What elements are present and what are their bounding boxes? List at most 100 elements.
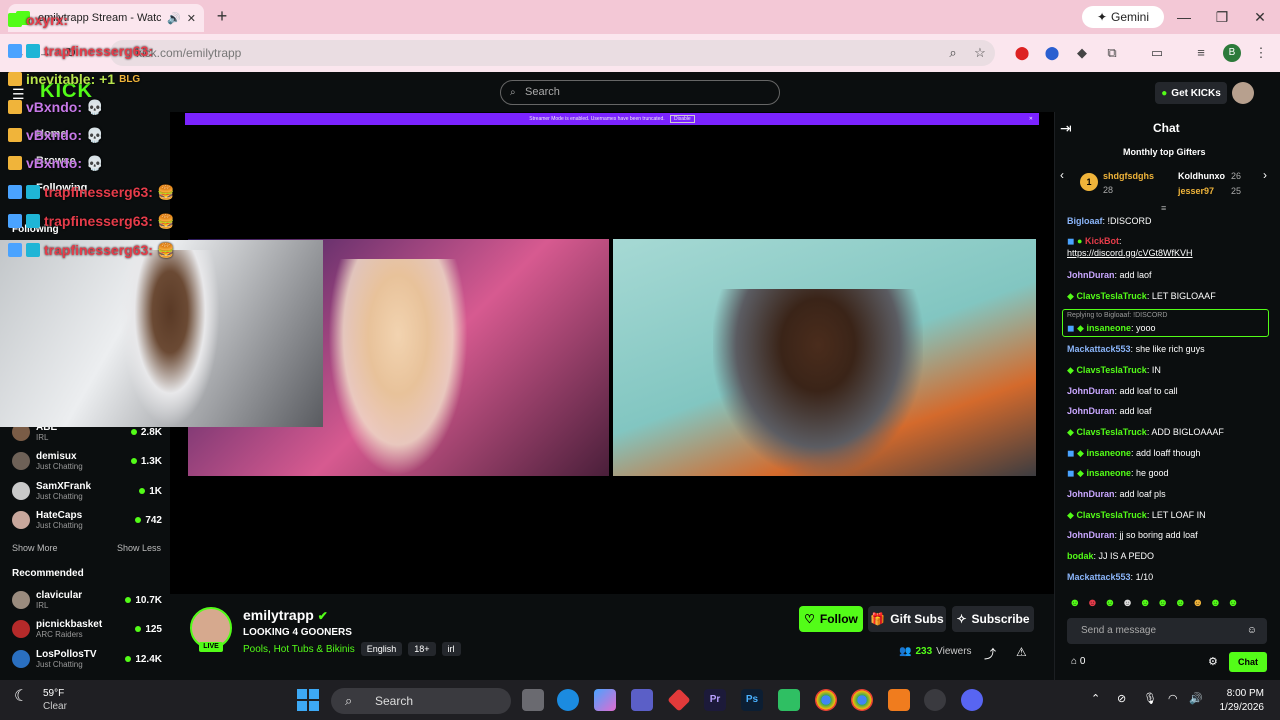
clock-time[interactable]: 8:00 PM xyxy=(1216,688,1264,699)
gifter-name[interactable]: shdgfsdghs xyxy=(1103,171,1154,181)
share-icon[interactable]: ⤴ xyxy=(984,645,996,662)
speaker-icon[interactable]: 🔊 xyxy=(167,12,181,25)
subscribe-button[interactable]: ✧ Subscribe xyxy=(952,606,1034,632)
show-more-link[interactable]: Show More xyxy=(12,543,58,553)
badge-icon: ◆ xyxy=(1077,468,1084,478)
gifters-next-icon[interactable]: › xyxy=(1263,168,1267,182)
bookmark-star-icon[interactable]: ☆ xyxy=(971,44,989,62)
chat-message: ◆ ClavsTeslaTruck: LET LOAF IN xyxy=(1067,510,1206,520)
capcut-icon[interactable] xyxy=(778,689,800,711)
close-tab-icon[interactable]: ✕ xyxy=(187,12,196,25)
cast-icon[interactable]: ▭ xyxy=(1148,44,1166,62)
edge-icon[interactable] xyxy=(557,689,579,711)
sidebar-item-lospollostv[interactable]: LosPollosTV Just Chatting 12.4K xyxy=(12,645,162,673)
teams-icon[interactable] xyxy=(631,689,653,711)
show-less-link[interactable]: Show Less xyxy=(117,543,161,553)
banner-disable-button[interactable]: Disable xyxy=(670,115,695,123)
emote-icon: ☻ xyxy=(1209,597,1222,609)
expand-gifters-icon[interactable]: ≡ xyxy=(1161,203,1166,213)
premiere-icon[interactable]: Pr xyxy=(704,689,726,711)
extensions-puzzle-icon[interactable]: ⧉ xyxy=(1103,44,1121,62)
discord-link[interactable]: https://discord.gg/cVGt8WfKVH xyxy=(1067,248,1193,258)
weather-icon[interactable]: ☾ xyxy=(14,686,28,706)
avatar xyxy=(12,482,30,500)
microphone-icon[interactable]: 🎙 xyxy=(1143,692,1157,705)
taskbar-search[interactable]: ⌕ Search xyxy=(331,688,511,714)
avatar xyxy=(12,620,30,638)
collapse-chat-icon[interactable]: ⇥ xyxy=(1060,120,1072,137)
address-input[interactable]: kick.com/emilytrapp xyxy=(110,40,995,66)
copilot-icon[interactable] xyxy=(594,689,616,711)
search-placeholder: Search xyxy=(525,86,560,98)
channel-name: picnickbasket xyxy=(36,619,103,630)
report-icon[interactable]: ⚠ xyxy=(1016,645,1027,659)
emote-icon: ☻ xyxy=(1192,597,1204,609)
photoshop-icon[interactable]: Ps xyxy=(741,689,763,711)
menu-kebab-icon[interactable]: ⋮ xyxy=(1252,44,1270,62)
chrome-icon[interactable] xyxy=(851,689,873,711)
gemini-icon: ✦ xyxy=(1096,10,1108,24)
gifter-name[interactable]: Koldhunxo xyxy=(1178,171,1225,181)
chat-message: ◼ ● KickBot: https://discord.gg/cVGt8WfKV… xyxy=(1067,236,1193,258)
verified-badge-icon: ● xyxy=(1077,236,1083,246)
chat-message: JohnDuran: add loaf to call xyxy=(1067,386,1178,396)
banner-close-icon[interactable]: ✕ xyxy=(1029,113,1033,125)
channel-name[interactable]: emilytrapp ✔ xyxy=(243,607,328,623)
send-chat-button[interactable]: Chat xyxy=(1229,652,1267,672)
tag-age[interactable]: 18+ xyxy=(408,642,436,656)
category-link[interactable]: Pools, Hot Tubs & Bikinis xyxy=(243,644,355,655)
get-kicks-button[interactable]: ● Get KICKs xyxy=(1155,82,1227,104)
chat-message: ◆ ClavsTeslaTruck: ADD BIGLOAAAF xyxy=(1067,427,1224,437)
weather-temp[interactable]: 59°F xyxy=(43,688,64,699)
tag-language[interactable]: English xyxy=(360,642,403,656)
close-window-button[interactable]: ✕ xyxy=(1248,6,1272,28)
tray-chevron-icon[interactable]: ⌃ xyxy=(1091,692,1100,705)
chat-settings-icon[interactable]: ⚙ xyxy=(1208,655,1218,668)
new-tab-button[interactable]: + xyxy=(212,6,232,26)
points-display[interactable]: ⌂ 0 xyxy=(1071,656,1085,667)
chat-message-input[interactable]: Send a message ☺ xyxy=(1067,618,1267,644)
minimize-button[interactable]: — xyxy=(1172,6,1196,28)
media-icon[interactable]: ≡ xyxy=(1192,44,1210,62)
maximize-button[interactable]: ❐ xyxy=(1210,6,1234,28)
sidebar-item-demisux[interactable]: demisux Just Chatting 1.3K xyxy=(12,447,162,475)
wifi-icon[interactable]: ◠ xyxy=(1168,692,1178,705)
sidebar-item-clavicular[interactable]: clavicular IRL 10.7K xyxy=(12,586,162,614)
site-search-input[interactable]: ⌕ Search xyxy=(500,80,780,105)
emoji-picker-icon[interactable]: ☺ xyxy=(1247,618,1257,644)
skull-emote-icon: 💀 xyxy=(86,98,104,115)
app-icon[interactable] xyxy=(888,689,910,711)
tag-irl[interactable]: irl xyxy=(441,642,461,656)
channel-category: Just Chatting xyxy=(36,521,83,530)
emote-bar[interactable]: ☻ ☻ ☻ ☻ ☻ ☻ ☻ ☻ ☻ ☻ xyxy=(1069,597,1239,609)
get-kicks-label: Get KICKs xyxy=(1171,87,1221,99)
obs-icon[interactable] xyxy=(924,689,946,711)
network-off-icon[interactable]: ⊘ xyxy=(1117,692,1126,705)
extension-icon[interactable]: ⬤ xyxy=(1043,44,1061,62)
discord-icon[interactable] xyxy=(961,689,983,711)
extension-icon[interactable]: ◆ xyxy=(1073,44,1091,62)
gift-subs-button[interactable]: 🎁 Gift Subs xyxy=(868,606,946,632)
chrome-icon[interactable] xyxy=(815,689,837,711)
follow-button[interactable]: ♡ Follow xyxy=(799,606,863,632)
gifters-prev-icon[interactable]: ‹ xyxy=(1060,168,1064,182)
sidebar-item-samxfrank[interactable]: SamXFrank Just Chatting 1K xyxy=(12,477,162,505)
viewer-count: 1.3K xyxy=(130,456,162,467)
overlay-chat-line: trapfinesserg63: xyxy=(8,40,153,62)
windows-start-icon[interactable] xyxy=(297,689,319,711)
viewer-count-display: 👥 233 Viewers xyxy=(899,646,972,657)
sidebar-item-hatecaps[interactable]: HateCaps Just Chatting 742 xyxy=(12,506,162,534)
extension-icon[interactable]: ⬤ xyxy=(1013,44,1031,62)
clock-date[interactable]: 1/29/2026 xyxy=(1210,702,1265,713)
volume-icon[interactable]: 🔊 xyxy=(1189,692,1203,705)
task-view-icon[interactable] xyxy=(522,689,544,711)
channel-category: ARC Raiders xyxy=(36,630,83,639)
user-avatar[interactable] xyxy=(1232,82,1254,104)
gemini-button[interactable]: ✦ Gemini xyxy=(1082,6,1164,28)
gifter-name[interactable]: jesser97 xyxy=(1178,186,1214,196)
burger-emote-icon: 🍔 xyxy=(156,183,175,200)
zoom-icon[interactable]: ⌕ xyxy=(944,44,962,62)
sidebar-item-picnickbasket[interactable]: picnickbasket ARC Raiders 125 xyxy=(12,615,162,643)
profile-avatar[interactable]: B xyxy=(1223,44,1241,62)
banner-text: Streamer Mode is enabled. Usernames have… xyxy=(529,116,665,122)
